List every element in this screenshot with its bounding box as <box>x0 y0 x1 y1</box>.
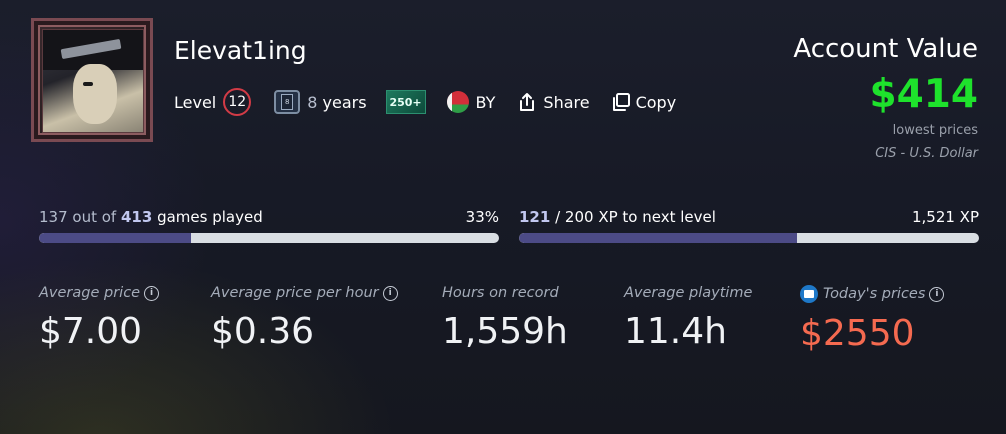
games-played-count: 137 <box>39 208 68 226</box>
games-played-percent: 33% <box>465 208 499 226</box>
account-age: 8 years <box>307 93 366 112</box>
stat-value: $7.00 <box>39 311 143 352</box>
games-played-mid: out of <box>72 208 117 226</box>
xp-progress: 121 / 200 XP to next level 1,521 XP <box>519 208 979 248</box>
games-total-count: 413 <box>121 208 153 226</box>
stat-label: Average price <box>39 285 141 301</box>
stat-hours-on-record: Hours on record 1,559h <box>442 285 568 352</box>
avatar[interactable] <box>31 18 153 142</box>
games-owned-badge: 250+ <box>385 90 426 114</box>
games-progress-bar <box>39 233 499 243</box>
games-played-text: 137 out of 413 games played <box>39 208 263 226</box>
years-badge-number: 8 <box>281 94 294 110</box>
games-played-suffix: games played <box>157 208 263 226</box>
copy-button[interactable]: Copy <box>636 93 677 112</box>
stat-label: Hours on record <box>442 285 559 301</box>
copy-icon[interactable] <box>610 91 632 113</box>
stat-label: Average playtime <box>624 285 753 301</box>
stat-average-playtime: Average playtime 11.4h <box>624 285 752 352</box>
stat-todays-prices: Today's prices i $2550 <box>800 285 945 354</box>
region-currency: CIS - U.S. Dollar <box>875 146 978 161</box>
stat-value: 1,559h <box>442 311 568 352</box>
stat-value: $2550 <box>800 313 915 354</box>
xp-text: 121 / 200 XP to next level <box>519 208 716 226</box>
xp-total: 1,521 XP <box>911 208 979 226</box>
stat-average-price: Average price i $7.00 <box>39 285 160 352</box>
stat-value: $0.36 <box>211 311 315 352</box>
years-word: years <box>322 92 367 112</box>
country-code: BY <box>475 92 496 112</box>
games-played-progress: 137 out of 413 games played 33% <box>39 208 499 248</box>
share-icon[interactable] <box>516 91 538 113</box>
username: Elevat1ing <box>174 36 307 65</box>
flag-icon <box>446 91 469 113</box>
info-icon[interactable]: i <box>144 285 160 301</box>
level-badge: 12 <box>223 88 252 116</box>
xp-rest: / 200 XP to next level <box>555 208 716 226</box>
years-number: 8 <box>307 92 318 112</box>
xp-progress-fill <box>519 233 798 243</box>
stat-label: Average price per hour <box>211 285 379 301</box>
stat-label: Today's prices <box>823 286 926 302</box>
xp-progress-bar <box>519 233 979 243</box>
account-value-amount: $414 <box>869 72 978 117</box>
shirt-icon <box>800 285 818 303</box>
account-value-title: Account Value <box>793 34 978 64</box>
share-button[interactable]: Share <box>543 93 589 112</box>
years-icon: 8 <box>274 90 301 114</box>
avatar-image <box>42 29 144 133</box>
price-basis: lowest prices <box>892 123 978 138</box>
info-icon[interactable]: i <box>929 286 945 302</box>
stat-average-price-per-hour: Average price per hour i $0.36 <box>211 285 398 352</box>
info-icon[interactable]: i <box>382 285 398 301</box>
stat-value: 11.4h <box>624 311 727 352</box>
games-progress-fill <box>39 233 191 243</box>
level-label: Level <box>174 92 217 112</box>
profile-meta-row: Level 12 8 8 years 250+ BY Share Copy <box>174 88 676 116</box>
xp-current: 121 <box>519 208 551 226</box>
